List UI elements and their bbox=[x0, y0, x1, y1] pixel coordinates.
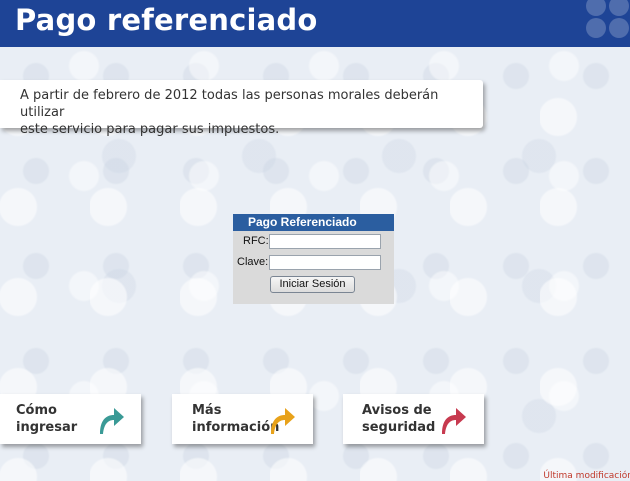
card-como-ingresar[interactable]: Cómo ingresar bbox=[0, 394, 141, 444]
rfc-input[interactable] bbox=[269, 234, 381, 249]
rfc-label: RFC: bbox=[243, 235, 269, 247]
arrow-teal-icon bbox=[100, 408, 124, 434]
arrow-orange-icon bbox=[271, 408, 295, 434]
card-label-line-1: Cómo bbox=[16, 403, 57, 418]
login-button[interactable]: Iniciar Sesión bbox=[270, 276, 355, 293]
notice-line-2: este servicio para pagar sus impuestos. bbox=[20, 122, 280, 137]
card-label: Avisos de seguridad bbox=[362, 402, 435, 436]
card-mas-informacion[interactable]: Más información bbox=[172, 394, 313, 444]
page-title: Pago referenciado bbox=[15, 3, 318, 37]
login-panel: Pago Referenciado RFC: Clave: Iniciar Se… bbox=[233, 214, 394, 304]
decorative-dots bbox=[580, 0, 630, 47]
notice-text: A partir de febrero de 2012 todas las pe… bbox=[20, 87, 475, 138]
header-bar: Pago referenciado bbox=[0, 0, 630, 47]
clave-input[interactable] bbox=[269, 255, 381, 270]
card-label-line-1: Avisos de bbox=[362, 403, 432, 418]
card-avisos-seguridad[interactable]: Avisos de seguridad bbox=[343, 394, 484, 444]
arrow-red-icon bbox=[442, 408, 466, 434]
card-label: Cómo ingresar bbox=[16, 402, 77, 436]
login-title: Pago Referenciado bbox=[233, 214, 394, 231]
card-label-line-2: ingresar bbox=[16, 420, 78, 435]
card-label-line-2: seguridad bbox=[362, 420, 436, 435]
notice-banner: A partir de febrero de 2012 todas las pe… bbox=[0, 80, 483, 137]
clave-label: Clave: bbox=[237, 256, 269, 268]
notice-line-1: A partir de febrero de 2012 todas las pe… bbox=[20, 88, 439, 120]
